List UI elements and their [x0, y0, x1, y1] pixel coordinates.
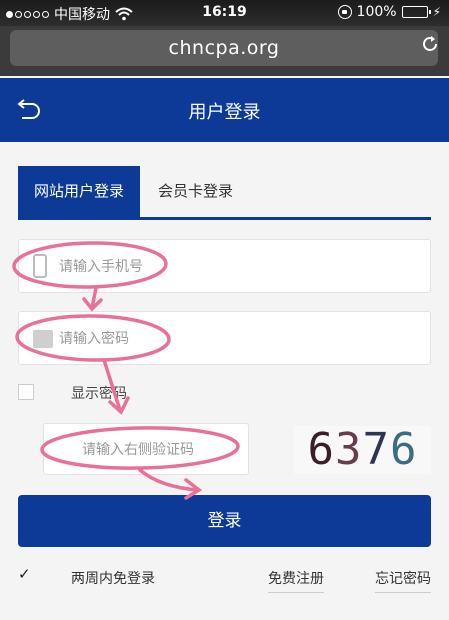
battery-percent: 100% [356, 4, 397, 20]
show-password-toggle[interactable]: 显示密码 [18, 384, 127, 402]
captcha-placeholder: 请输入右侧验证码 [82, 442, 194, 458]
show-password-label: 显示密码 [71, 386, 127, 402]
status-bar: 中国移动 16:19 100% ⚡ [0, 0, 449, 26]
app-header: 用户登录 [0, 78, 449, 142]
tab-member-card-login[interactable]: 会员卡登录 [140, 166, 251, 217]
address-bar[interactable]: chncpa.org [10, 30, 438, 66]
reload-icon[interactable] [421, 35, 439, 53]
url-text: chncpa.org [168, 37, 280, 59]
forgot-password-link[interactable]: 忘记密码 [375, 568, 431, 593]
register-link[interactable]: 免费注册 [268, 568, 324, 593]
login-button[interactable]: 登录 [18, 495, 431, 547]
login-options: ✓ 两周内免登录 免费注册 忘记密码 [18, 566, 431, 593]
captcha-char: 3 [335, 424, 363, 475]
captcha-image[interactable]: 6376 [294, 426, 431, 474]
lock-icon [33, 330, 53, 348]
phone-input[interactable]: 请输入手机号 [18, 239, 431, 293]
page-title: 用户登录 [188, 102, 261, 123]
tab-website-login[interactable]: 网站用户登录 [18, 166, 141, 217]
annotation-arrow [82, 297, 103, 312]
battery-icon [401, 6, 431, 18]
password-input[interactable]: 请输入密码 [18, 311, 431, 365]
remember-checkbox[interactable]: ✓ [18, 566, 34, 582]
remember-label: 两周内免登录 [71, 571, 155, 587]
charging-icon: ⚡ [432, 5, 441, 19]
rotation-lock-icon [337, 5, 352, 19]
browser-toolbar: chncpa.org [0, 26, 449, 76]
captcha-char: 6 [307, 424, 335, 475]
password-placeholder: 请输入密码 [59, 331, 129, 347]
captcha-char: 7 [362, 424, 390, 475]
login-tabs: 网站用户登录 会员卡登录 [18, 166, 431, 220]
phone-icon [33, 254, 47, 278]
captcha-input[interactable]: 请输入右侧验证码 [43, 423, 249, 475]
show-password-checkbox[interactable] [18, 384, 34, 400]
captcha-char: 6 [390, 424, 418, 475]
phone-placeholder: 请输入手机号 [59, 259, 143, 275]
